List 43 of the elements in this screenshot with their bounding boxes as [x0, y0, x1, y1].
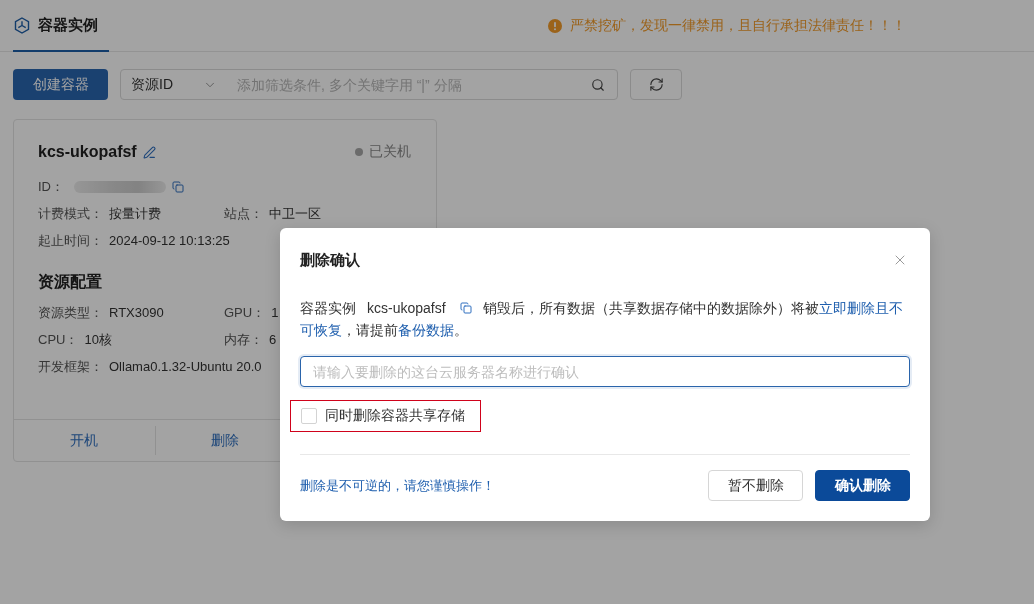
field-label: 资源类型： [38, 303, 103, 322]
field-value: 中卫一区 [269, 204, 321, 223]
field-value: 6 [269, 332, 277, 347]
field-value: 按量计费 [109, 204, 161, 223]
instance-name: kcs-ukopafsf [38, 143, 137, 161]
cancel-button[interactable]: 暂不删除 [708, 470, 803, 501]
search-button[interactable] [591, 77, 605, 92]
dialog-title: 删除确认 [300, 250, 360, 270]
hexagon-icon [14, 16, 30, 34]
field-value: 2024-09-12 10:13:25 [109, 233, 230, 248]
field-label: CPU： [38, 330, 79, 349]
copy-icon[interactable] [459, 301, 472, 315]
field-value: Ollama0.1.32-Ubuntu 20.0 [109, 359, 262, 374]
field-label: 开发框架： [38, 357, 103, 376]
create-button[interactable]: 创建容器 [13, 69, 108, 100]
status-text: 已关机 [369, 143, 411, 161]
action-link[interactable]: 开机 [70, 431, 99, 450]
confirm-input[interactable]: 请输入要删除的这台云服务器名称进行确认 [300, 356, 910, 387]
checkbox[interactable] [301, 408, 317, 424]
checkbox-label[interactable]: 同时删除容器共享存储 [325, 407, 465, 425]
field-label: 计费模式： [38, 204, 103, 223]
field-select[interactable]: 资源ID [121, 70, 217, 99]
field-label: 站点： [224, 204, 263, 223]
field-label: 起止时间： [38, 231, 103, 250]
field-label: 内存： [224, 330, 263, 349]
refresh-icon [648, 77, 664, 92]
search-icon [591, 77, 605, 92]
field-value: 1 [271, 305, 279, 320]
notice-text: 严禁挖矿，发现一律禁用，且自行承担法律责任！！！ [570, 16, 906, 35]
field-value: 10核 [84, 330, 112, 349]
confirm-button[interactable]: 确认删除 [815, 470, 910, 501]
field-label: ID： [38, 177, 64, 196]
field-value: RTX3090 [109, 305, 164, 320]
action-link[interactable]: 删除 [211, 431, 240, 450]
field-label: GPU： [224, 303, 266, 322]
section-title: 资源配置 [38, 272, 102, 292]
edit-icon[interactable] [142, 145, 156, 159]
warning-text: 容器实例 kcs-ukopafsf 销毁后，所有数据（共享数据存储中的数据除外）将被立即删除且不可恢复，请提前备份数据。 [300, 299, 904, 340]
copy-icon[interactable] [172, 179, 184, 194]
page-tab[interactable]: 容器实例 [13, 0, 109, 52]
warning-icon [548, 18, 562, 33]
refresh-button[interactable] [630, 69, 682, 100]
warning-note: 删除是不可逆的，请您谨慎操作！ [300, 476, 495, 495]
